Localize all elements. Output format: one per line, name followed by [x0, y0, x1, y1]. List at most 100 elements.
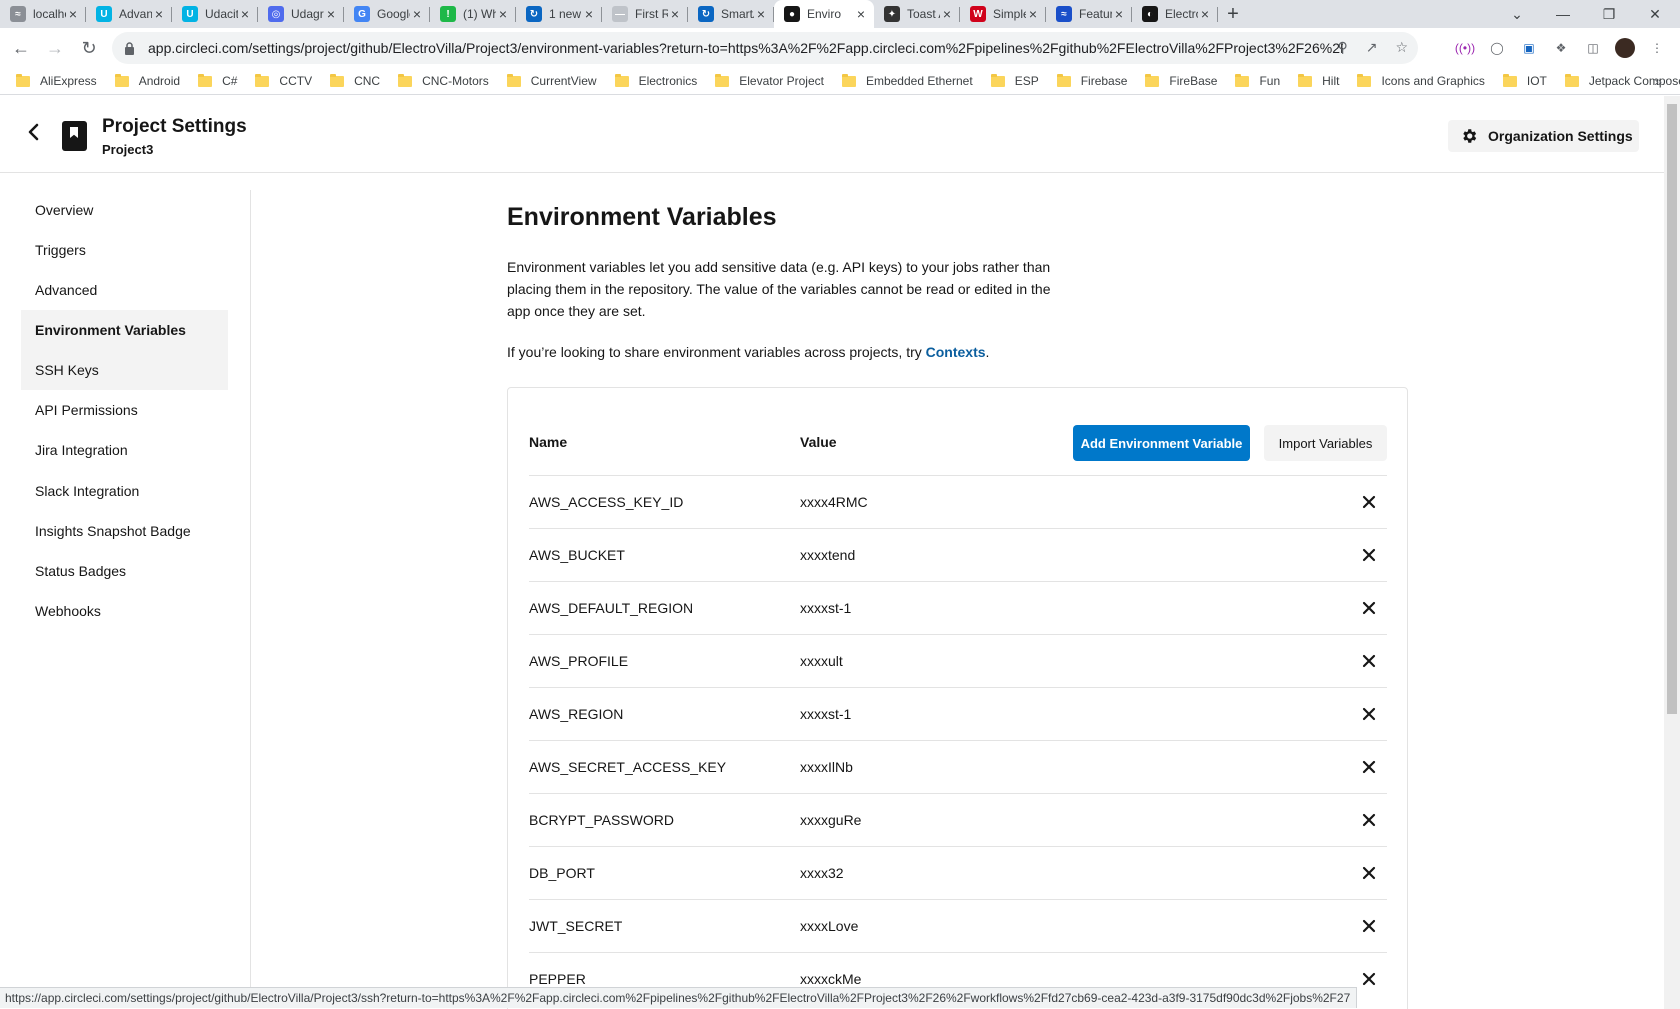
sidebar-item-overview[interactable]: Overview	[21, 190, 228, 230]
browser-tab[interactable]: ! (1) Wh ×	[430, 0, 516, 28]
bookmark-folder[interactable]: C#	[198, 73, 237, 88]
close-tab-icon[interactable]: ×	[496, 6, 510, 22]
bookmark-folder[interactable]: Firebase	[1056, 73, 1127, 88]
sidebar-item-insights-snapshot-badge[interactable]: Insights Snapshot Badge	[21, 511, 228, 551]
sidebar-panel-icon[interactable]: ◫	[1583, 38, 1603, 58]
scrollbar-thumb[interactable]	[1667, 104, 1677, 714]
minimize-window-button[interactable]: —	[1540, 0, 1586, 28]
bookmark-folder[interactable]: CNC-Motors	[398, 73, 489, 88]
delete-x-icon[interactable]	[1361, 759, 1377, 775]
browser-tab[interactable]: W Simple×	[960, 0, 1046, 28]
close-tab-icon[interactable]: ×	[854, 6, 868, 22]
bookmark-folder[interactable]: ESP	[990, 73, 1039, 88]
browser-tab[interactable]: ✦ Toast A×	[874, 0, 960, 28]
delete-x-icon[interactable]	[1361, 653, 1377, 669]
restore-window-button[interactable]: ❐	[1586, 0, 1632, 28]
delete-x-icon[interactable]	[1361, 812, 1377, 828]
delete-x-icon[interactable]	[1361, 865, 1377, 881]
column-header-name: Name	[529, 434, 568, 450]
extension-icon[interactable]: ◯	[1487, 38, 1507, 58]
sidebar-item-environment-variables[interactable]: Environment Variables	[21, 310, 228, 350]
bookmark-folder[interactable]: CurrentView	[506, 73, 597, 88]
bookmark-folder[interactable]: AliExpress	[16, 73, 97, 88]
bookmark-folder[interactable]: Fun	[1235, 73, 1280, 88]
sidebar-item-ssh-keys[interactable]: SSH Keys	[21, 350, 228, 390]
bookmark-folder[interactable]: Embedded Ethernet	[841, 73, 973, 88]
bookmark-star-icon[interactable]: ☆	[1395, 39, 1408, 56]
bookmark-label: Jetpack Compose	[1588, 74, 1680, 88]
contexts-link[interactable]: Contexts	[926, 344, 986, 360]
browser-tab[interactable]: ◎ Udagra×	[258, 0, 344, 28]
new-tab-button[interactable]: +	[1218, 0, 1248, 28]
extension-icon[interactable]: ▣	[1519, 38, 1539, 58]
profile-avatar-icon[interactable]	[1615, 38, 1635, 58]
close-tab-icon[interactable]: ×	[324, 6, 338, 22]
close-tab-icon[interactable]: ×	[754, 6, 768, 22]
page-scrollbar[interactable]	[1664, 96, 1680, 1009]
close-tab-icon[interactable]: ×	[1198, 6, 1212, 22]
close-tab-icon[interactable]: ×	[582, 6, 596, 22]
lock-icon[interactable]	[122, 41, 136, 55]
delete-x-icon[interactable]	[1361, 494, 1377, 510]
forward-icon[interactable]: →	[42, 35, 68, 61]
url-text[interactable]: app.circleci.com/settings/project/github…	[148, 40, 1343, 56]
bookmarks-overflow-icon[interactable]: »	[1654, 73, 1662, 89]
close-tab-icon[interactable]: ×	[1112, 6, 1126, 22]
sidebar-item-advanced[interactable]: Advanced	[21, 270, 228, 310]
browser-tab[interactable]: ◐ Electro×	[1132, 0, 1218, 28]
browser-tab[interactable]: — First R ×	[602, 0, 688, 28]
sidebar-item-webhooks[interactable]: Webhooks	[21, 591, 228, 631]
delete-x-icon[interactable]	[1361, 971, 1377, 987]
close-tab-icon[interactable]: ×	[66, 6, 80, 22]
delete-x-icon[interactable]	[1361, 547, 1377, 563]
browser-tab[interactable]: ≈ localho×	[0, 0, 86, 28]
menu-kebab-icon[interactable]: ⋮	[1647, 38, 1667, 58]
browser-tab[interactable]: ↻ SmartA×	[688, 0, 774, 28]
bookmark-label: Elevator Project	[739, 74, 824, 88]
bookmark-folder[interactable]: Jetpack Compose	[1564, 73, 1680, 88]
bookmark-folder[interactable]: Icons and Graphics	[1357, 73, 1485, 88]
tab-favicon-icon: ≈	[1056, 6, 1072, 22]
close-tab-icon[interactable]: ×	[668, 6, 682, 22]
delete-x-icon[interactable]	[1361, 918, 1377, 934]
sidebar-item-triggers[interactable]: Triggers	[21, 230, 228, 270]
browser-tab[interactable]: ● Enviro ×	[774, 0, 874, 28]
delete-x-icon[interactable]	[1361, 600, 1377, 616]
browser-tab[interactable]: U Advanc×	[86, 0, 172, 28]
tab-search-icon[interactable]: ⌄	[1494, 0, 1540, 28]
close-tab-icon[interactable]: ×	[410, 6, 424, 22]
close-tab-icon[interactable]: ×	[238, 6, 252, 22]
close-tab-icon[interactable]: ×	[940, 6, 954, 22]
extensions-puzzle-icon[interactable]: ❖	[1551, 38, 1571, 58]
bookmark-folder[interactable]: CCTV	[255, 73, 312, 88]
browser-tab[interactable]: ≈ Featur ×	[1046, 0, 1132, 28]
sidebar-item-api-permissions[interactable]: API Permissions	[21, 390, 228, 430]
share-icon[interactable]: ↗	[1366, 39, 1378, 56]
reload-icon[interactable]: ↻	[76, 35, 102, 61]
back-icon[interactable]: ←	[8, 35, 34, 61]
bookmark-folder[interactable]: CNC	[330, 73, 380, 88]
bookmark-folder[interactable]: IOT	[1502, 73, 1547, 88]
bookmark-folder[interactable]: Hilt	[1298, 73, 1339, 88]
zoom-icon[interactable]: ⚲	[1337, 39, 1347, 56]
delete-x-icon[interactable]	[1361, 706, 1377, 722]
bookmark-folder[interactable]: Elevator Project	[715, 73, 824, 88]
bookmark-folder[interactable]: FireBase	[1145, 73, 1217, 88]
sidebar-item-status-badges[interactable]: Status Badges	[21, 551, 228, 591]
import-variables-button[interactable]: Import Variables	[1264, 425, 1387, 461]
bookmark-folder[interactable]: Android	[114, 73, 180, 88]
sidebar-item-jira-integration[interactable]: Jira Integration	[21, 430, 228, 470]
back-arrow-icon[interactable]	[24, 122, 44, 142]
add-environment-variable-button[interactable]: Add Environment Variable	[1073, 425, 1250, 461]
address-bar[interactable]: app.circleci.com/settings/project/github…	[112, 32, 1418, 64]
close-tab-icon[interactable]: ×	[152, 6, 166, 22]
bookmark-folder[interactable]: Electronics	[614, 73, 697, 88]
sidebar-item-slack-integration[interactable]: Slack Integration	[21, 471, 228, 511]
browser-tab[interactable]: G Google×	[344, 0, 430, 28]
browser-tab[interactable]: ↻ 1 new ×	[516, 0, 602, 28]
organization-settings-button[interactable]: Organization Settings	[1448, 120, 1639, 152]
close-window-button[interactable]: ✕	[1632, 0, 1678, 28]
close-tab-icon[interactable]: ×	[1026, 6, 1040, 22]
extension-icon[interactable]: ((•))	[1455, 38, 1475, 58]
browser-tab[interactable]: U Udacit ×	[172, 0, 258, 28]
